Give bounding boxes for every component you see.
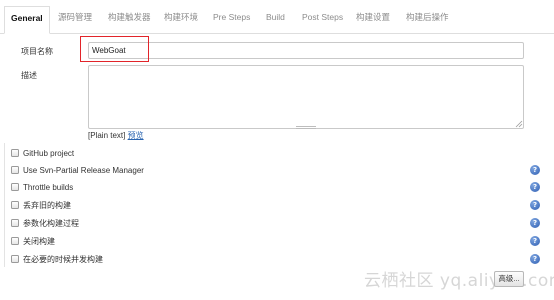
option-label: 参数化构建过程 [23,219,79,228]
tab-build-environment[interactable]: 构建环境 [160,8,202,34]
option-concurrent-builds: 在必要的时候并发构建 ? [11,254,541,266]
option-label: GitHub project [23,149,75,158]
disable-build-checkbox[interactable] [11,237,19,245]
option-label: Throttle builds [23,183,74,192]
parameterized-build-checkbox[interactable] [11,219,19,227]
resize-grip-icon[interactable] [515,120,523,128]
tab-post-steps[interactable]: Post Steps [298,8,347,34]
option-throttle-builds: Throttle builds ? [11,182,541,194]
option-disable-build: 关闭构建 ? [11,236,541,248]
tab-pre-steps[interactable]: Pre Steps [209,8,254,34]
option-label: 丢弃旧的构建 [23,201,71,210]
tab-build-triggers[interactable]: 构建触发器 [104,8,155,34]
throttle-builds-checkbox[interactable] [11,183,19,191]
textarea-drag-handle[interactable] [296,126,316,129]
option-label: 在必要的时候并发构建 [23,255,103,264]
help-icon[interactable]: ? [530,200,540,210]
markup-format-row: [Plain text] 预览 [88,130,144,141]
tab-post-build-actions[interactable]: 构建后操作 [402,8,453,34]
concurrent-builds-checkbox[interactable] [11,255,19,263]
advanced-button[interactable]: 高级... [494,271,524,287]
project-name-label: 项目名称 [21,47,53,56]
option-svn-partial-release-manager: Use Svn-Partial Release Manager ? [11,165,541,177]
tab-general[interactable]: General [4,6,50,34]
help-icon[interactable]: ? [530,165,540,175]
tab-build[interactable]: Build [262,8,289,34]
config-tab-bar: General 源码管理 构建触发器 构建环境 Pre Steps Build … [0,0,554,34]
svn-partial-release-checkbox[interactable] [11,166,19,174]
plain-text-label: [Plain text] [88,131,126,140]
preview-link[interactable]: 预览 [128,131,144,140]
github-project-checkbox[interactable] [11,149,19,157]
option-label: 关闭构建 [23,237,55,246]
tab-source-code-management[interactable]: 源码管理 [54,8,96,34]
option-label: Use Svn-Partial Release Manager [23,166,144,175]
tab-build-settings[interactable]: 构建设置 [352,8,394,34]
section-divider [4,143,7,267]
help-icon[interactable]: ? [530,236,540,246]
option-discard-old-builds: 丢弃旧的构建 ? [11,200,541,212]
project-name-input[interactable] [88,42,524,59]
option-parameterized-build: 参数化构建过程 ? [11,218,541,230]
description-label: 描述 [21,71,37,80]
help-icon[interactable]: ? [530,218,540,228]
help-icon[interactable]: ? [530,182,540,192]
description-textarea[interactable] [88,65,524,129]
watermark-text: 云栖社区 yq.aliyun.com [364,271,554,291]
discard-old-builds-checkbox[interactable] [11,201,19,209]
option-github-project: GitHub project [11,148,541,160]
help-icon[interactable]: ? [530,254,540,264]
